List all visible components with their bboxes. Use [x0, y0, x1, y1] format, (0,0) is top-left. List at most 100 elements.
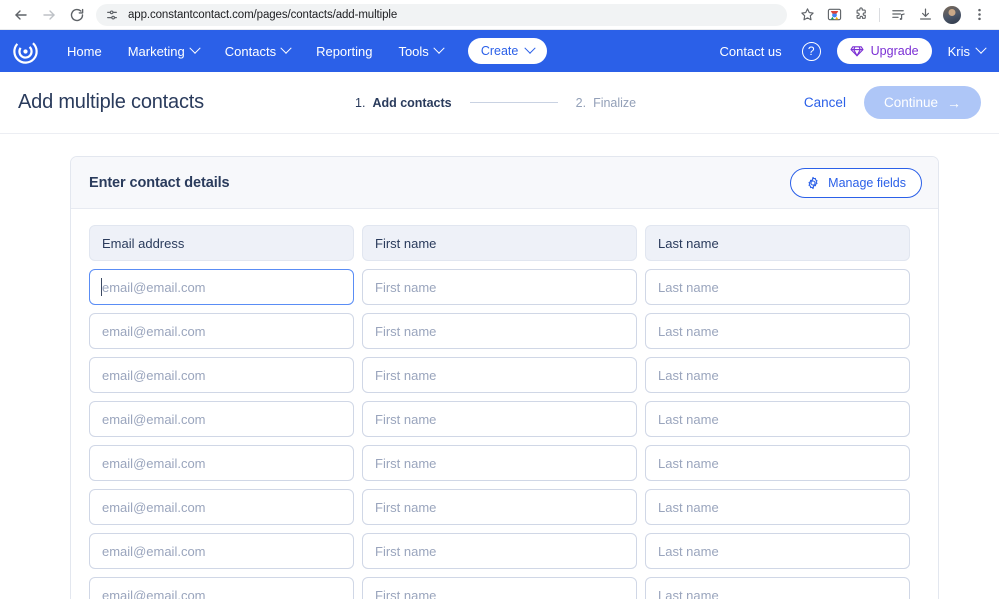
first-name-field[interactable]: First name [362, 269, 637, 305]
email-field[interactable]: email@email.com [89, 577, 354, 599]
nav-item-reporting-label: Reporting [316, 43, 373, 59]
last-name-field[interactable]: Last name [645, 577, 910, 599]
site-settings-icon[interactable] [104, 7, 120, 23]
delete-row-button[interactable] [918, 587, 938, 599]
contact-us-label: Contact us [719, 43, 782, 59]
last-name-field[interactable]: Last name [645, 401, 910, 437]
table-row: email@email.com First name Last name [89, 577, 920, 599]
help-icon-label: ? [807, 44, 815, 58]
step-connector [469, 102, 558, 103]
email-field[interactable]: email@email.com [89, 445, 354, 481]
table-row: email@email.com First name Last name [89, 269, 920, 305]
last-name-field[interactable]: Last name [645, 489, 910, 525]
column-header-first-name[interactable]: First name [362, 225, 637, 261]
constant-contact-logo[interactable] [10, 36, 40, 66]
card-title: Enter contact details [89, 174, 230, 191]
primary-nav-links: Home Marketing Contacts Reporting Tools [54, 30, 456, 72]
delete-row-button[interactable] [918, 543, 939, 559]
manage-fields-label: Manage fields [828, 175, 906, 190]
email-field[interactable]: email@email.com [89, 313, 354, 349]
trash-icon [938, 499, 939, 515]
profile-avatar[interactable] [940, 3, 964, 27]
arrow-right-icon: → [947, 94, 961, 111]
nav-item-marketing[interactable]: Marketing [115, 30, 212, 72]
table-row: email@email.com First name Last name [89, 401, 920, 437]
nav-item-contacts[interactable]: Contacts [212, 30, 303, 72]
help-icon[interactable]: ? [801, 41, 821, 61]
email-field[interactable]: email@email.com [89, 533, 354, 569]
address-bar[interactable]: app.constantcontact.com/pages/contacts/a… [96, 3, 787, 26]
main-content: Enter contact details Manage fields Emai… [0, 134, 999, 599]
step-1-label: Add contacts [372, 95, 452, 110]
first-name-field[interactable]: First name [362, 489, 637, 525]
email-field[interactable]: email@email.com [89, 357, 354, 393]
delete-row-button[interactable] [918, 279, 938, 295]
first-name-field[interactable]: First name [362, 445, 637, 481]
user-menu[interactable]: Kris [940, 42, 987, 59]
delete-row-button[interactable] [918, 455, 938, 471]
gear-icon [808, 176, 818, 189]
delete-row-button[interactable] [918, 411, 939, 427]
delete-row-button[interactable] [918, 367, 939, 383]
email-field[interactable]: email@email.com [89, 401, 354, 437]
email-field[interactable]: email@email.com [89, 489, 354, 525]
nav-item-tools-label: Tools [398, 43, 429, 59]
step-add-contacts[interactable]: 1. Add contacts [355, 96, 452, 110]
upgrade-button[interactable]: Upgrade [836, 38, 932, 64]
url-text: app.constantcontact.com/pages/contacts/a… [128, 8, 398, 21]
last-name-field[interactable]: Last name [645, 533, 910, 569]
step-indicator: 1. Add contacts 2. Finalize [355, 96, 636, 110]
last-name-field[interactable]: Last name [645, 313, 910, 349]
trash-icon [938, 543, 939, 559]
trash-icon [938, 411, 939, 427]
chrome-apps-icon[interactable] [822, 3, 846, 27]
contact-us-link[interactable]: Contact us [708, 30, 794, 72]
nav-item-tools[interactable]: Tools [385, 30, 455, 72]
create-button-label: Create [480, 44, 519, 58]
first-name-field[interactable]: First name [362, 533, 637, 569]
back-button[interactable] [8, 2, 34, 28]
table-row: email@email.com First name Last name [89, 445, 920, 481]
delete-row-button[interactable] [918, 323, 938, 339]
cancel-button[interactable]: Cancel [804, 95, 846, 110]
page-header: Add multiple contacts 1. Add contacts 2.… [0, 72, 999, 134]
chevron-down-icon [433, 42, 445, 54]
step-2-number: 2. [575, 95, 587, 110]
header-actions: Cancel Continue → [804, 86, 981, 119]
reload-button[interactable] [64, 2, 90, 28]
create-button[interactable]: Create [467, 38, 548, 64]
nav-item-reporting[interactable]: Reporting [303, 30, 385, 72]
browser-actions [795, 3, 991, 27]
first-name-field[interactable]: First name [362, 357, 637, 393]
continue-button-label: Continue [883, 95, 938, 110]
browser-menu-icon[interactable] [967, 3, 991, 27]
last-name-field[interactable]: Last name [645, 357, 910, 393]
nav-item-home-label: Home [67, 43, 102, 59]
nav-item-home[interactable]: Home [54, 30, 115, 72]
column-header-email[interactable]: Email address [89, 225, 354, 261]
extensions-puzzle-icon[interactable] [849, 3, 873, 27]
nav-item-contacts-label: Contacts [224, 43, 277, 59]
table-row: email@email.com First name Last name [89, 489, 920, 525]
reading-list-icon[interactable] [886, 3, 910, 27]
column-header-last-name[interactable]: Last name [645, 225, 910, 261]
back-arrow-icon [15, 9, 27, 20]
forward-arrow-icon [43, 9, 55, 20]
manage-fields-button[interactable]: Manage fields [790, 167, 922, 198]
continue-button[interactable]: Continue → [863, 86, 981, 119]
first-name-field[interactable]: First name [362, 577, 637, 599]
last-name-field[interactable]: Last name [645, 445, 910, 481]
reload-icon [70, 8, 84, 21]
first-name-field[interactable]: First name [362, 313, 637, 349]
step-1-number: 1. [355, 95, 366, 110]
email-field[interactable]: email@email.com [89, 269, 354, 305]
last-name-field[interactable]: Last name [645, 269, 910, 305]
step-finalize: 2. Finalize [576, 96, 637, 110]
delete-row-button[interactable] [918, 499, 939, 515]
first-name-field[interactable]: First name [362, 401, 637, 437]
trash-icon [938, 367, 939, 383]
bookmark-star-icon[interactable] [795, 3, 819, 27]
nav-item-marketing-label: Marketing [127, 43, 185, 59]
forward-button[interactable] [36, 2, 62, 28]
downloads-icon[interactable] [913, 3, 937, 27]
